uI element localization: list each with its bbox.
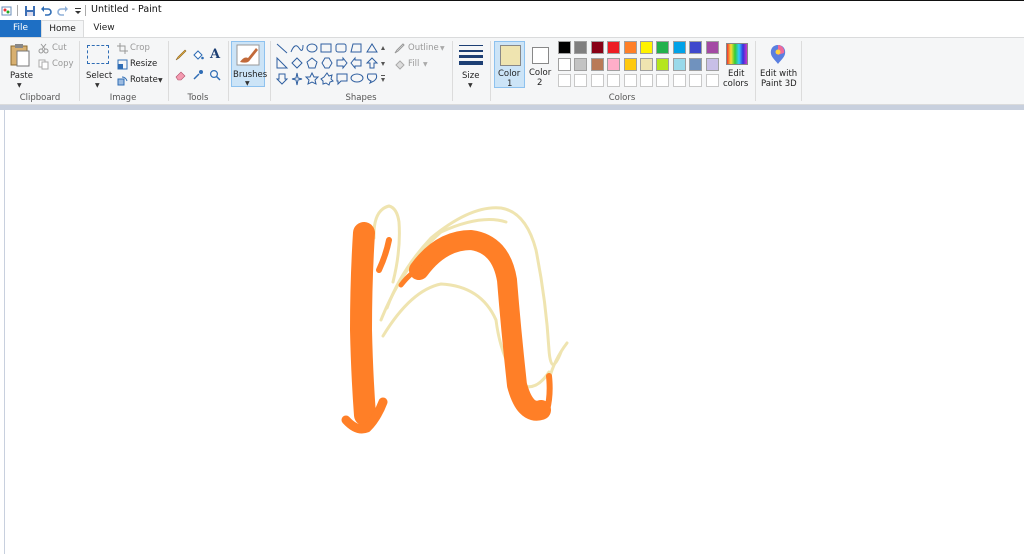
drawing-canvas[interactable] [4, 110, 1024, 554]
orange-stroke [544, 373, 553, 413]
orange-stroke [350, 222, 376, 426]
orange-stroke [376, 237, 392, 273]
drawing-strokes [341, 204, 569, 434]
orange-stroke [409, 230, 551, 421]
